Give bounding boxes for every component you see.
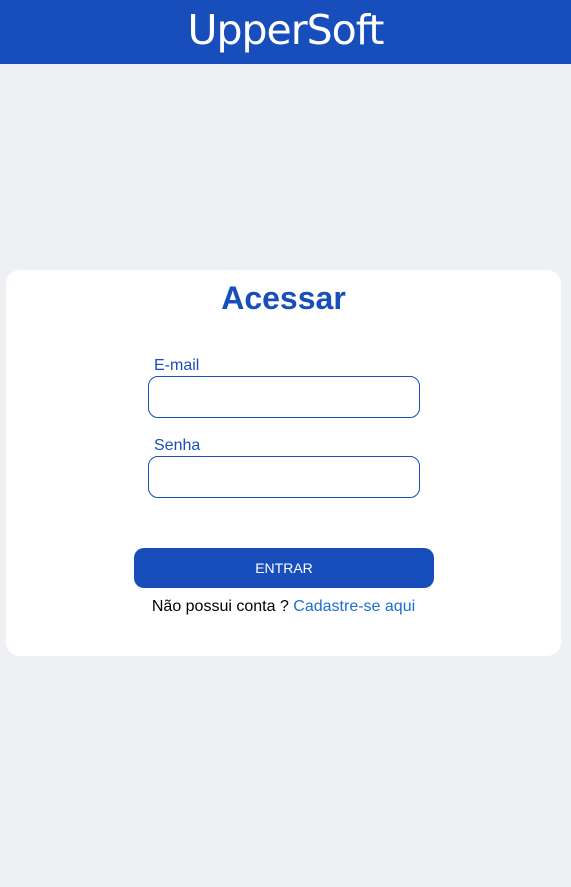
register-link[interactable]: Cadastre-se aqui bbox=[293, 598, 415, 615]
logo: UpperSoft bbox=[187, 6, 384, 54]
no-account-text: Não possui conta ? bbox=[151, 598, 289, 615]
password-label: Senha bbox=[154, 437, 201, 454]
email-input[interactable] bbox=[148, 376, 420, 418]
page-title: Acessar bbox=[221, 280, 346, 316]
password-input[interactable] bbox=[148, 456, 420, 498]
register-prompt: Não possui conta ? Cadastre-se aqui bbox=[6, 598, 561, 616]
header: UpperSoft bbox=[0, 0, 571, 64]
login-card: Acessar E-mail Senha ENTRAR Não possui c… bbox=[6, 270, 561, 656]
submit-button[interactable]: ENTRAR bbox=[134, 548, 434, 588]
email-label: E-mail bbox=[154, 357, 200, 374]
